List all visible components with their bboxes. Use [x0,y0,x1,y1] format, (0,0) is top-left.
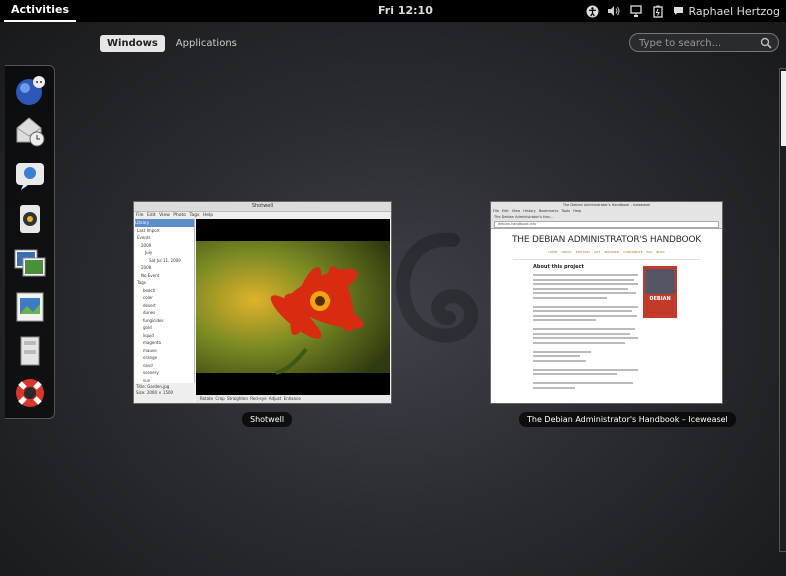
search-input[interactable] [639,36,757,50]
sidebar-item: liquid [143,332,154,338]
sidebar-item: Library [135,219,194,227]
body-text [533,274,638,391]
sidebar-item: desert [143,302,156,308]
shotwell-app-icon[interactable] [13,246,47,280]
clock[interactable]: Fri 12:10 [378,0,433,22]
section-heading: About this project [533,264,584,270]
chat-status-icon [674,7,684,15]
window-title: Shotwell [134,202,391,212]
window-label-iceweasel[interactable]: The Debian Administrator's Handbook – Ic… [519,412,736,427]
debian-swirl-background [396,232,479,343]
view-selector: Windows Applications [100,35,244,52]
sidebar-item: orange [143,355,158,360]
sidebar-item: Tags [137,280,146,285]
sidebar-item: Sat Jul 11, 2009 [149,257,181,263]
sidebar-item: mauve [143,347,157,353]
top-bar: Activities Fri 12:10 Raphael Hertzog [0,0,786,22]
sidebar-item: 2008 [141,265,152,270]
sidebar-item: magenta [143,340,161,345]
chat-app-icon[interactable] [13,158,47,192]
file-cabinet-app-icon[interactable] [13,334,47,368]
sidebar-item: Last Import [137,227,160,233]
window-thumbnail-shotwell[interactable]: Shotwell File Edit View Photo Tags Help … [134,202,391,403]
divider [513,259,700,260]
workspace-thumbnails[interactable] [779,68,786,552]
status-tray: Raphael Hertzog [585,0,780,22]
sidebar-item: 2009 [141,242,152,248]
tab-applications[interactable]: Applications [169,35,244,52]
sidebar: Library Last Import Events 2009 July Sat… [135,219,195,390]
sidebar-item: Events [137,235,151,240]
window-thumbnail-iceweasel[interactable]: The Debian Administrator's Handbook - Ic… [491,202,722,403]
sidebar-item: beach [143,287,156,293]
sidebar-item: fungicides [143,317,164,323]
image-viewer-app-icon[interactable] [13,290,47,324]
site-nav: HOME ABOUT EDITIONS GET INVOLVED CONTRIB… [548,250,665,254]
photo-size: Size: 2000 × 1500 [136,390,174,395]
activities-button[interactable]: Activities [4,0,77,22]
url-bar: debian-handbook.info [494,221,719,228]
dash [5,65,55,419]
sidebar-item: No Event [141,272,160,278]
sidebar-item: color [143,295,153,300]
window-label-shotwell[interactable]: Shotwell [242,412,293,427]
empathy-app-icon[interactable] [13,74,47,108]
photo-info: Title: Garden.jpg Size: 2000 × 1500 [135,383,194,403]
network-icon[interactable] [629,4,643,18]
accessibility-icon[interactable] [585,4,599,18]
book-cover-image [645,269,675,294]
search-icon [760,37,772,49]
sidebar-item: July [145,250,153,255]
site-heading: THE DEBIAN ADMINISTRATOR'S HANDBOOK [511,235,701,245]
sidebar-item: gold [143,325,152,330]
flower-photo [196,219,390,395]
tab-windows[interactable]: Windows [100,35,165,52]
book-cover: DEBIAN [643,266,677,318]
book-cover-title: DEBIAN [649,296,671,302]
help-lifebuoy-icon[interactable] [13,376,47,410]
sidebar-item: sand [143,362,153,368]
search-box[interactable] [629,33,779,52]
battery-icon[interactable] [651,4,665,18]
user-name: Raphael Hertzog [688,4,780,18]
volume-icon[interactable] [607,4,621,18]
sidebar-item: dunes [143,310,156,315]
rhythmbox-app-icon[interactable] [13,202,47,236]
shotwell-toolbar: Rotate Crop Straighten Red-eye Adjust En… [196,395,390,403]
workspace-thumbnail[interactable] [781,71,786,146]
evolution-app-icon[interactable] [13,114,47,148]
menubar: File Edit View Photo Tags Help [134,212,391,219]
user-menu[interactable]: Raphael Hertzog [673,5,780,18]
browser-chrome: The Debian Administrator's Handbook - Ic… [491,202,722,229]
sidebar-item: scenery [143,370,159,375]
browser-tab: The Debian Administrator's Han… [494,215,554,219]
